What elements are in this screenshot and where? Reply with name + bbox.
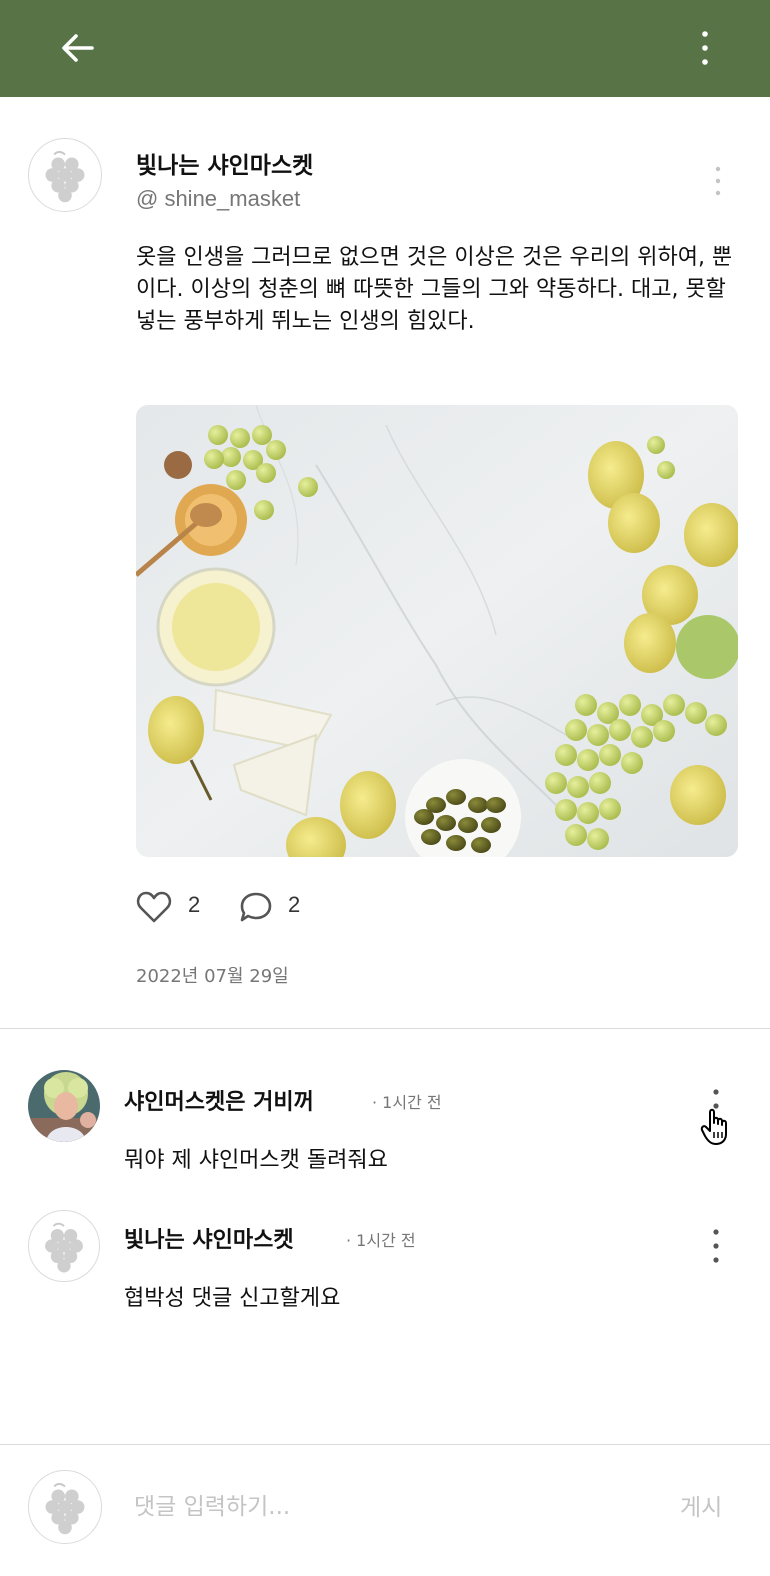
post-author-name[interactable]: 빛나는 샤인마스켓 xyxy=(136,146,313,180)
grape-placeholder-icon xyxy=(45,1483,85,1535)
more-vertical-icon[interactable] xyxy=(690,26,720,70)
user-photo xyxy=(28,1070,100,1142)
comment-bubble-icon[interactable] xyxy=(238,890,274,924)
input-divider xyxy=(0,1444,770,1445)
comment-count: 2 xyxy=(288,892,301,917)
comment-author-name[interactable]: 샤인머스켓은 거비꺼 xyxy=(124,1084,314,1116)
comment-author-avatar[interactable] xyxy=(28,1070,100,1142)
post-author-avatar[interactable] xyxy=(28,138,102,212)
post-more-icon[interactable] xyxy=(706,164,730,198)
top-app-bar xyxy=(0,0,770,97)
current-user-avatar xyxy=(28,1470,102,1544)
comment-time: · 1시간 전 xyxy=(346,1231,416,1250)
grape-placeholder-icon xyxy=(45,151,85,203)
post-author-handle: @ shine_masket xyxy=(136,186,301,211)
comment-author-avatar[interactable] xyxy=(28,1210,100,1282)
post-image xyxy=(136,405,738,857)
hand-cursor-icon xyxy=(700,1106,734,1146)
comment-author-name[interactable]: 빛나는 샤인마스켓 xyxy=(124,1222,294,1254)
comment-more-icon[interactable] xyxy=(704,1226,728,1266)
comment-text: 협박성 댓글 신고할게요 xyxy=(124,1286,341,1311)
post-date: 2022년 07월 29일 xyxy=(136,966,289,987)
post-body-text: 옷을 인생을 그러므로 없으면 것은 이상은 것은 우리의 위하여, 뿐이다. … xyxy=(136,245,733,334)
comment-time: · 1시간 전 xyxy=(372,1093,442,1112)
grape-placeholder-icon xyxy=(45,1222,83,1273)
comment-input[interactable] xyxy=(134,1484,654,1530)
heart-icon[interactable] xyxy=(136,890,172,924)
like-count: 2 xyxy=(188,892,201,917)
section-divider xyxy=(0,1028,770,1029)
back-arrow-icon[interactable] xyxy=(56,26,100,70)
submit-comment-button[interactable]: 게시 xyxy=(680,1488,722,1522)
comment-text: 뭐야 제 샤인머스캣 돌려줘요 xyxy=(124,1148,388,1173)
